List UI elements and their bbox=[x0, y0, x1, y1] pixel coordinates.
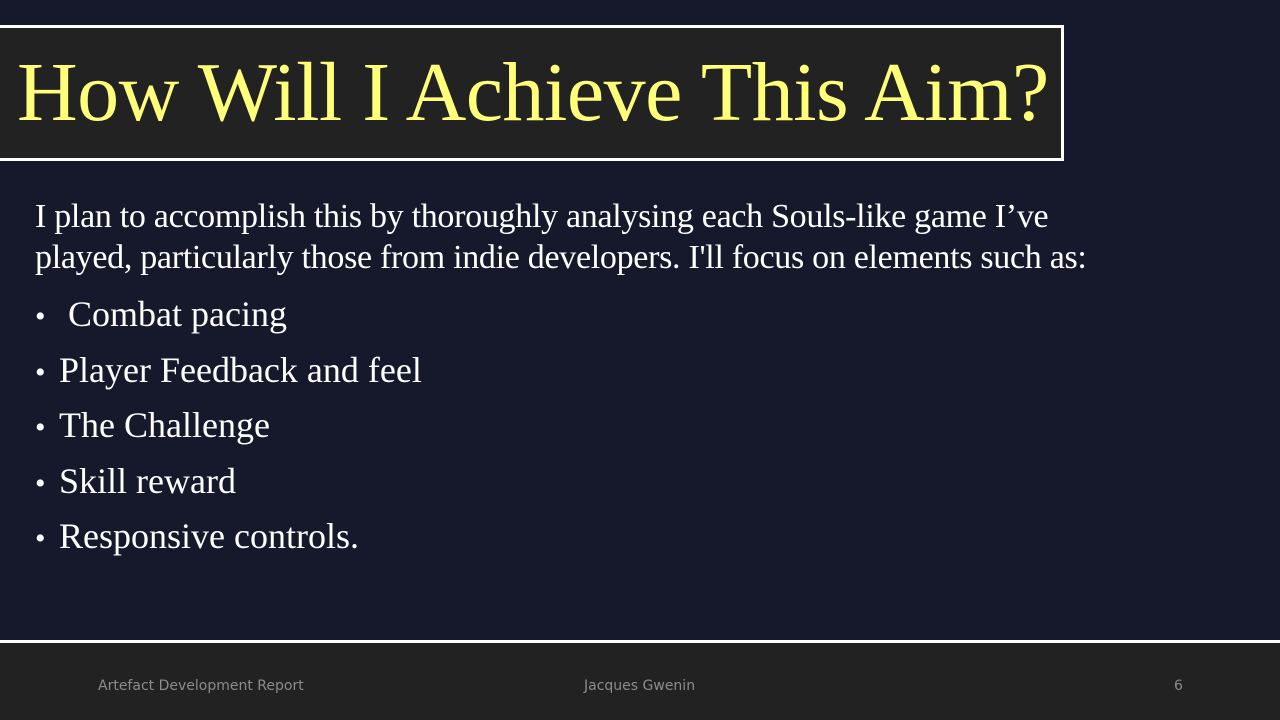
bullet-item: • Combat pacing bbox=[35, 288, 1125, 344]
title-box: How Will I Achieve This Aim? bbox=[0, 25, 1064, 161]
bullet-text: Player Feedback and feel bbox=[59, 349, 422, 390]
bullet-text: Skill reward bbox=[59, 460, 236, 501]
bullet-icon: • bbox=[35, 411, 46, 444]
bullet-icon: • bbox=[35, 522, 46, 555]
footer-author: Jacques Gwenin bbox=[584, 678, 696, 694]
bullet-item: • Skill reward bbox=[35, 455, 1125, 511]
bullet-item: • The Challenge bbox=[35, 399, 1125, 455]
bullet-text: The Challenge bbox=[59, 405, 270, 445]
slide-body: I plan to accomplish this by thoroughly … bbox=[35, 196, 1125, 566]
bullet-icon: • bbox=[35, 300, 46, 333]
bullet-text: Responsive controls. bbox=[59, 516, 359, 556]
bullet-item: • Responsive controls. bbox=[35, 510, 1125, 566]
intro-paragraph: I plan to accomplish this by thoroughly … bbox=[35, 198, 1087, 276]
bullet-text: Combat pacing bbox=[59, 294, 287, 334]
bullet-item: • Player Feedback and feel bbox=[35, 344, 1125, 400]
bullet-list: • Combat pacing • Player Feedback and fe… bbox=[35, 288, 1125, 566]
slide-title: How Will I Achieve This Aim? bbox=[17, 46, 1049, 139]
slide-footer: Artefact Development Report Jacques Gwen… bbox=[0, 643, 1280, 720]
bullet-icon: • bbox=[35, 466, 46, 500]
slide: How Will I Achieve This Aim? I plan to a… bbox=[0, 0, 1280, 720]
footer-report-title: Artefact Development Report bbox=[98, 678, 304, 694]
bullet-icon: • bbox=[35, 355, 46, 389]
footer-page-number: 6 bbox=[1174, 678, 1183, 694]
